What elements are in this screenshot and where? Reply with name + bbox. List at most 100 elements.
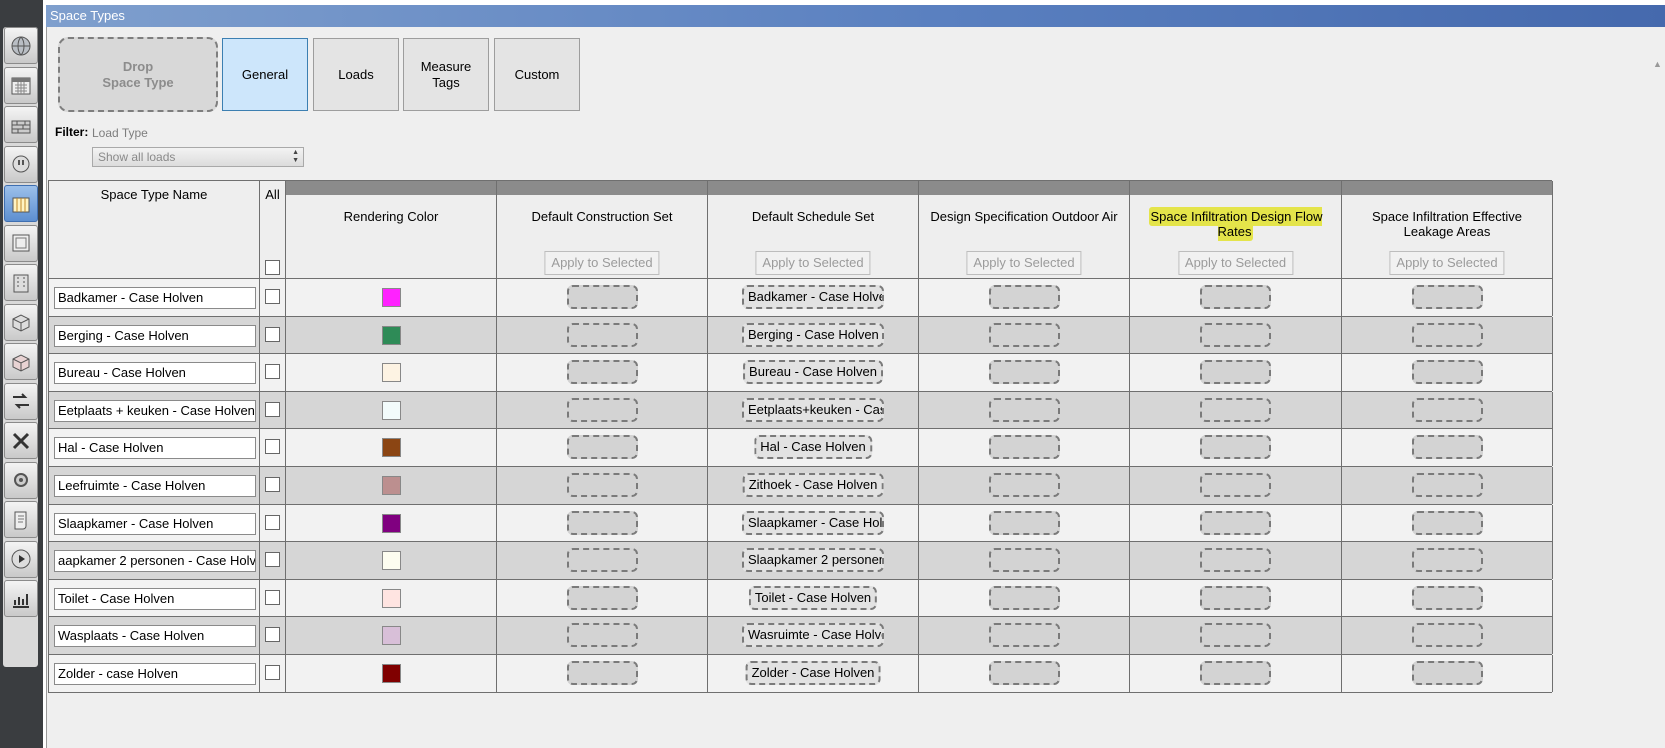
sidebar-button-scripts[interactable] (4, 501, 38, 538)
rendering-color-swatch[interactable] (382, 363, 401, 383)
empty-drop-zone[interactable] (1412, 285, 1483, 309)
space-type-name-field[interactable]: Badkamer - Case Holven (54, 287, 256, 309)
empty-drop-zone[interactable] (1200, 548, 1271, 573)
empty-drop-zone[interactable] (989, 585, 1060, 610)
row-select-checkbox[interactable] (265, 326, 280, 342)
empty-drop-zone[interactable] (1412, 322, 1483, 347)
drop-space-type-zone[interactable]: Drop Space Type (58, 37, 218, 112)
space-type-name-field[interactable]: Wasplaats - Case Holven (54, 625, 256, 648)
row-select-checkbox[interactable] (265, 665, 280, 680)
apply-to-selected-button[interactable]: Apply to Selected (966, 251, 1082, 275)
empty-drop-zone[interactable] (1412, 360, 1483, 385)
scroll-up-arrow-icon[interactable]: ▲ (1653, 59, 1663, 69)
sidebar-button-constructions[interactable] (4, 106, 38, 143)
empty-drop-zone[interactable] (567, 285, 638, 309)
empty-drop-zone[interactable] (567, 661, 638, 685)
space-type-name-field[interactable]: Slaapkamer - Case Holven (54, 512, 256, 535)
sidebar-button-hvac[interactable] (4, 382, 38, 420)
apply-to-selected-button[interactable]: Apply to Selected (544, 251, 660, 275)
empty-drop-zone[interactable] (567, 585, 638, 610)
select-all-checkbox[interactable] (265, 260, 280, 275)
space-type-name-field[interactable]: Toilet - Case Holven (54, 587, 256, 610)
rendering-color-swatch[interactable] (382, 664, 401, 683)
empty-drop-zone[interactable] (567, 435, 638, 460)
empty-drop-zone[interactable] (1412, 397, 1483, 422)
row-select-checkbox[interactable] (265, 627, 280, 643)
space-type-name-field[interactable]: Bureau - Case Holven (54, 362, 256, 385)
empty-drop-zone[interactable] (1200, 397, 1271, 422)
space-type-name-field[interactable]: Leefruimte - Case Holven (54, 475, 256, 497)
row-select-checkbox[interactable] (265, 364, 280, 380)
sidebar-button-globe[interactable] (4, 27, 38, 64)
sidebar-button-loads[interactable] (4, 145, 38, 183)
empty-drop-zone[interactable] (989, 623, 1060, 648)
schedule-set-drop-zone[interactable]: Wasruimte - Case Holver (742, 623, 884, 648)
tab-general[interactable]: General (222, 38, 308, 111)
empty-drop-zone[interactable] (1200, 285, 1271, 309)
empty-drop-zone[interactable] (1412, 661, 1483, 685)
sidebar-button-variables[interactable] (4, 422, 38, 459)
row-select-checkbox[interactable] (265, 289, 280, 304)
empty-drop-zone[interactable] (567, 473, 638, 497)
apply-to-selected-button[interactable]: Apply to Selected (755, 251, 871, 275)
empty-drop-zone[interactable] (989, 322, 1060, 347)
rendering-color-swatch[interactable] (382, 476, 401, 495)
empty-drop-zone[interactable] (567, 360, 638, 385)
rendering-color-swatch[interactable] (382, 588, 401, 608)
schedule-set-drop-zone[interactable]: Zolder - Case Holven (745, 661, 881, 685)
rendering-color-swatch[interactable] (382, 438, 401, 458)
empty-drop-zone[interactable] (1200, 473, 1271, 497)
rendering-color-swatch[interactable] (382, 325, 401, 345)
row-select-checkbox[interactable] (265, 439, 280, 455)
sidebar-button-spaces[interactable] (4, 303, 38, 341)
schedule-set-drop-zone[interactable]: Hal - Case Holven (754, 435, 872, 460)
empty-drop-zone[interactable] (1412, 435, 1483, 460)
empty-drop-zone[interactable] (1200, 322, 1271, 347)
tab-loads[interactable]: Loads (313, 38, 399, 111)
empty-drop-zone[interactable] (989, 661, 1060, 685)
empty-drop-zone[interactable] (1200, 510, 1271, 535)
tab-measure-tags[interactable]: Measure Tags (403, 38, 489, 111)
empty-drop-zone[interactable] (989, 473, 1060, 497)
empty-drop-zone[interactable] (989, 435, 1060, 460)
sidebar-button-space-types[interactable] (4, 185, 38, 222)
empty-drop-zone[interactable] (989, 397, 1060, 422)
space-type-name-field[interactable]: Zolder - case Holven (54, 663, 256, 685)
space-type-name-field[interactable]: aapkamer 2 personen - Case Holven (54, 550, 256, 573)
sidebar-button-run[interactable] (4, 540, 38, 578)
empty-drop-zone[interactable] (989, 360, 1060, 385)
schedule-set-drop-zone[interactable]: Zithoek - Case Holven (742, 473, 884, 497)
empty-drop-zone[interactable] (1200, 435, 1271, 460)
empty-drop-zone[interactable] (567, 548, 638, 573)
row-select-checkbox[interactable] (265, 552, 280, 568)
sidebar-button-thermal-zones[interactable] (4, 343, 38, 380)
load-type-select[interactable]: Show all loads ▲ ▼ (92, 147, 304, 167)
empty-drop-zone[interactable] (1412, 623, 1483, 648)
empty-drop-zone[interactable] (1200, 661, 1271, 685)
rendering-color-swatch[interactable] (382, 513, 401, 533)
schedule-set-drop-zone[interactable]: Toilet - Case Holven (748, 585, 878, 610)
space-type-name-field[interactable]: Hal - Case Holven (54, 437, 256, 460)
schedule-set-drop-zone[interactable]: Bureau - Case Holven (743, 360, 883, 385)
tab-custom[interactable]: Custom (494, 38, 580, 111)
row-select-checkbox[interactable] (265, 514, 280, 530)
empty-drop-zone[interactable] (567, 397, 638, 422)
empty-drop-zone[interactable] (1412, 473, 1483, 497)
empty-drop-zone[interactable] (989, 510, 1060, 535)
sidebar-button-simulation-settings[interactable] (4, 461, 38, 499)
apply-to-selected-button[interactable]: Apply to Selected (1389, 251, 1505, 275)
empty-drop-zone[interactable] (1200, 623, 1271, 648)
empty-drop-zone[interactable] (567, 510, 638, 535)
empty-drop-zone[interactable] (567, 322, 638, 347)
schedule-set-drop-zone[interactable]: Eetplaats+keuken - Case (742, 397, 884, 422)
space-type-name-field[interactable]: Eetplaats + keuken - Case Holven (54, 399, 256, 422)
rendering-color-swatch[interactable] (382, 626, 401, 646)
schedule-set-drop-zone[interactable]: Berging - Case Holven (742, 322, 884, 347)
apply-to-selected-button[interactable]: Apply to Selected (1177, 251, 1294, 275)
sidebar-button-calendar[interactable] (4, 66, 38, 104)
empty-drop-zone[interactable] (1412, 585, 1483, 610)
schedule-set-drop-zone[interactable]: Slaapkamer 2 personen (742, 548, 884, 573)
row-select-checkbox[interactable] (265, 477, 280, 492)
empty-drop-zone[interactable] (1412, 548, 1483, 573)
sidebar-button-geometry[interactable] (4, 224, 38, 262)
